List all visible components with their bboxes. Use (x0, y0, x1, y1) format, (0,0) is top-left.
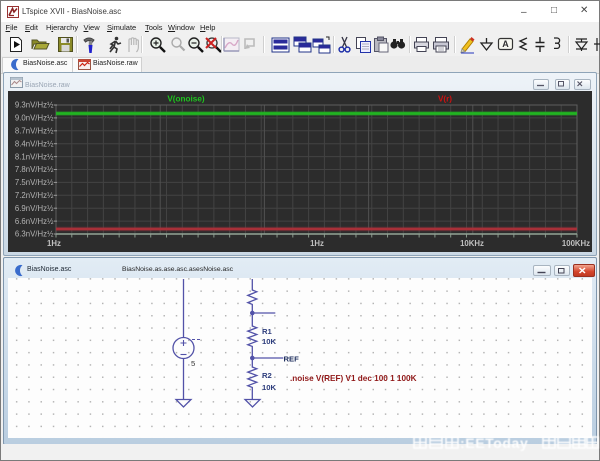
svg-text::EEToday: :EEToday (460, 435, 528, 451)
svg-text:.noise V(REF) V1 dec 100 1 100: .noise V(REF) V1 dec 100 1 100K (290, 374, 417, 383)
svg-text:R1: R1 (262, 327, 273, 336)
svg-text:REF: REF (284, 355, 300, 364)
svg-text:10K: 10K (262, 383, 277, 392)
svg-text:10K: 10K (262, 337, 277, 346)
svg-text:R2: R2 (262, 371, 272, 380)
svg-text:5: 5 (191, 359, 195, 368)
